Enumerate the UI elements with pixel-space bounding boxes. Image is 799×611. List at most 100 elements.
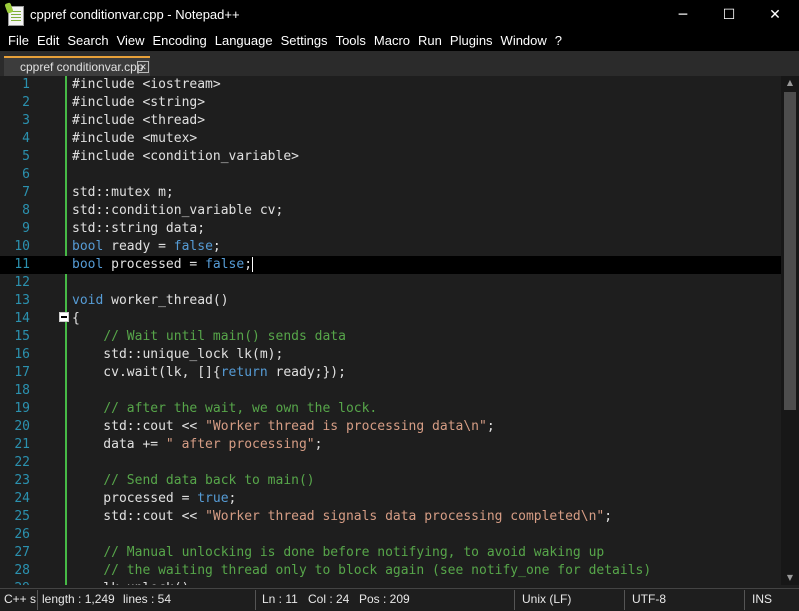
code-line[interactable]: 2 #include <string> — [0, 94, 781, 112]
code-line[interactable]: 7 std::mutex m; — [0, 184, 781, 202]
line-code: std::cout << "Worker thread signals data… — [72, 508, 612, 526]
code-line[interactable]: 3 #include <thread> — [0, 112, 781, 130]
code-line[interactable]: 17 cv.wait(lk, []{return ready;}); — [0, 364, 781, 382]
code-token: ; — [486, 419, 495, 434]
menu-language[interactable]: Language — [211, 31, 277, 51]
line-number: 1 — [22, 77, 30, 92]
code-token: void — [72, 293, 104, 308]
code-token: processed = — [72, 491, 198, 506]
minimize-button[interactable]: ─ — [660, 0, 706, 31]
line-code: #include <iostream> — [72, 76, 221, 94]
code-line[interactable]: 21 data += " after processing"; — [0, 436, 781, 454]
line-code: bool processed = false; — [72, 256, 254, 274]
code-token: std::string data; — [72, 221, 206, 236]
line-code: #include <condition_variable> — [72, 148, 299, 166]
code-token: #include <condition_variable> — [72, 149, 299, 164]
menu-window[interactable]: Window — [497, 31, 551, 51]
code-line[interactable]: 28 // the waiting thread only to block a… — [0, 562, 781, 580]
code-token: { — [72, 311, 80, 326]
line-number: 11 — [14, 257, 30, 272]
code-line[interactable]: 10 bool ready = false; — [0, 238, 781, 256]
code-line[interactable]: 13 void worker_thread() — [0, 292, 781, 310]
tab-cpprefconditionvar[interactable]: cppref conditionvar.cpp ✕ — [4, 56, 150, 76]
menu-edit[interactable]: Edit — [33, 31, 63, 51]
code-token: data += — [72, 437, 166, 452]
maximize-button[interactable]: ☐ — [706, 0, 752, 31]
code-line[interactable]: 24 processed = true; — [0, 490, 781, 508]
code-line[interactable]: 20 std::cout << "Worker thread is proces… — [0, 418, 781, 436]
code-token: #include <thread> — [72, 113, 206, 128]
line-number: 6 — [22, 167, 30, 182]
code-token: bool — [72, 257, 104, 272]
menu-settings[interactable]: Settings — [277, 31, 332, 51]
line-number: 7 — [22, 185, 30, 200]
menu-help[interactable]: ? — [551, 31, 566, 51]
code-line[interactable]: 14 { — [0, 310, 781, 328]
vertical-scrollbar[interactable]: ▲ ▼ — [781, 76, 799, 585]
status-divider — [624, 590, 625, 610]
code-token: std::cout << — [72, 509, 206, 524]
line-code: #include <mutex> — [72, 130, 197, 148]
menu-search[interactable]: Search — [63, 31, 112, 51]
code-line[interactable]: 19 // after the wait, we own the lock. — [0, 400, 781, 418]
code-line[interactable]: 5 #include <condition_variable> — [0, 148, 781, 166]
menu-run[interactable]: Run — [414, 31, 446, 51]
status-insert-mode[interactable]: INS — [752, 592, 772, 606]
code-token: #include <mutex> — [72, 131, 198, 146]
code-token: // Send data back to main() — [103, 473, 315, 488]
menu-tools[interactable]: Tools — [332, 31, 370, 51]
code-line[interactable]: 29 lk.unlock(); — [0, 580, 781, 585]
code-line[interactable]: 22 — [0, 454, 781, 472]
code-line[interactable]: 4 #include <mutex> — [0, 130, 781, 148]
line-code: cv.wait(lk, []{return ready;}); — [72, 364, 346, 382]
status-divider — [514, 590, 515, 610]
close-button[interactable]: ✕ — [752, 0, 798, 31]
status-divider — [744, 590, 745, 610]
menu-bar: File Edit Search View Encoding Language Settin… — [0, 31, 799, 51]
line-number: 21 — [14, 437, 30, 452]
menu-view[interactable]: View — [113, 31, 149, 51]
status-line: Ln : 11 — [262, 592, 298, 606]
menu-macro[interactable]: Macro — [370, 31, 414, 51]
line-number: 8 — [22, 203, 30, 218]
code-token: true — [197, 491, 229, 506]
code-token: ; — [314, 437, 323, 452]
code-line[interactable]: 23 // Send data back to main() — [0, 472, 781, 490]
code-line[interactable]: 1 #include <iostream> — [0, 76, 781, 94]
code-line[interactable]: 25 std::cout << "Worker thread signals d… — [0, 508, 781, 526]
status-divider — [37, 590, 38, 610]
menu-encoding[interactable]: Encoding — [149, 31, 211, 51]
tab-strip: cppref conditionvar.cpp ✕ — [0, 51, 799, 76]
scrollbar-thumb[interactable] — [784, 92, 796, 410]
scroll-down-icon[interactable]: ▼ — [781, 571, 799, 585]
code-line[interactable]: 15 // Wait until main() sends data — [0, 328, 781, 346]
code-line[interactable]: 8 std::condition_variable cv; — [0, 202, 781, 220]
line-number: 4 — [22, 131, 30, 146]
scroll-up-icon[interactable]: ▲ — [781, 76, 799, 90]
code-token: std::mutex m; — [72, 185, 174, 200]
code-line[interactable]: 16 std::unique_lock lk(m); — [0, 346, 781, 364]
code-token: #include <string> — [72, 95, 206, 110]
code-line[interactable]: 18 — [0, 382, 781, 400]
status-language: C++ s — [4, 592, 37, 606]
menu-plugins[interactable]: Plugins — [446, 31, 497, 51]
code-line[interactable]: 12 — [0, 274, 781, 292]
code-line[interactable]: 11 bool processed = false; — [0, 256, 781, 274]
fold-collapse-icon[interactable] — [59, 312, 69, 322]
code-line[interactable]: 26 — [0, 526, 781, 544]
tab-close-icon[interactable]: ✕ — [137, 61, 149, 73]
code-token: false — [205, 257, 245, 272]
status-encoding[interactable]: UTF-8 — [632, 592, 666, 606]
code-editor[interactable]: 1 #include <iostream> 2 #include <string> 3 #… — [0, 76, 781, 585]
status-column: Col : 24 — [308, 592, 350, 606]
status-length: length : 1,249 — [42, 592, 115, 606]
status-eol[interactable]: Unix (LF) — [522, 592, 571, 606]
code-line[interactable]: 9 std::string data; — [0, 220, 781, 238]
menu-file[interactable]: File — [4, 31, 33, 51]
code-line[interactable]: 6 — [0, 166, 781, 184]
code-line[interactable]: 27 // Manual unlocking is done before no… — [0, 544, 781, 562]
line-code: data += " after processing"; — [72, 436, 322, 454]
code-token: "Worker thread is processing data\n" — [205, 419, 487, 434]
